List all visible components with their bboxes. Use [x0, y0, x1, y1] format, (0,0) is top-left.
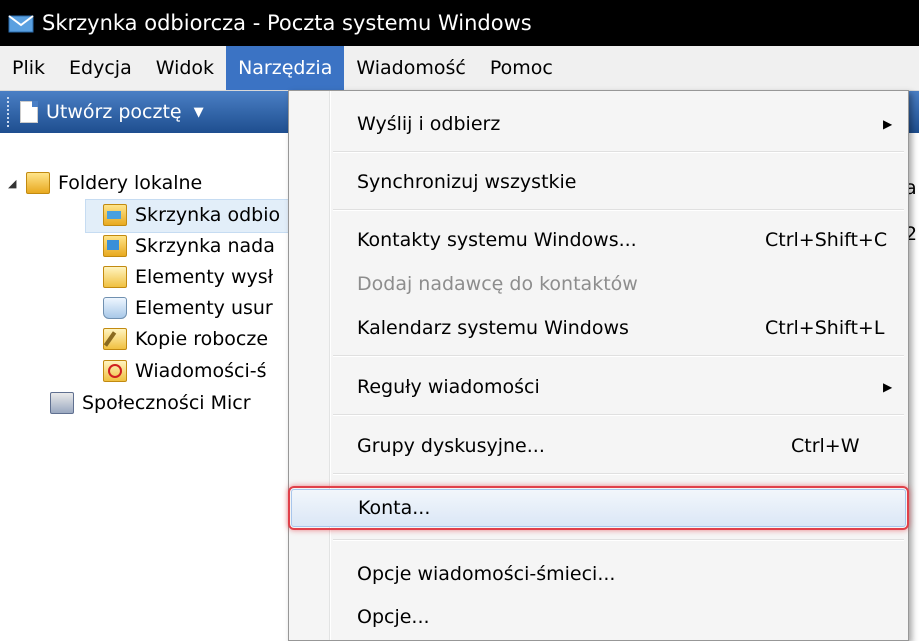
- menu-separator: [333, 414, 904, 416]
- tree-node-local-folders[interactable]: ◢ Foldery lokalne: [8, 168, 202, 198]
- menu-item-label: Dodaj nadawcę do kontaktów: [357, 273, 638, 295]
- folder-label: Skrzynka nada: [135, 235, 275, 257]
- folder-label: Elementy wysł: [135, 266, 274, 288]
- menu-item-newsgroups[interactable]: Grupy dyskusyjne... Ctrl+W: [291, 427, 904, 465]
- menu-item-junk-options[interactable]: Opcje wiadomości-śmieci...: [291, 555, 904, 593]
- communities-icon: [50, 392, 74, 414]
- toolbar-grip[interactable]: [7, 97, 12, 127]
- menu-item-label: Opcje...: [357, 606, 430, 628]
- mail-app-icon[interactable]: [8, 12, 34, 34]
- compose-button[interactable]: Utwórz pocztę ▼: [20, 91, 204, 133]
- menu-item-label: Wyślij i odbierz: [357, 113, 501, 135]
- menu-item-shortcut: Ctrl+Shift+L: [765, 317, 885, 339]
- chevron-down-icon[interactable]: ▼: [194, 105, 204, 120]
- menu-separator: [333, 151, 904, 153]
- local-folders-icon: [26, 172, 50, 194]
- menu-bar: Plik Edycja Widok Narzędzia Wiadomość Po…: [0, 46, 919, 91]
- menu-edit[interactable]: Edycja: [57, 46, 144, 90]
- compose-label: Utwórz pocztę: [46, 101, 182, 123]
- collapse-arrow-icon[interactable]: ◢: [8, 177, 20, 190]
- menu-separator: [333, 539, 904, 541]
- menu-tools[interactable]: Narzędzia: [226, 46, 345, 90]
- menu-item-label: Kontakty systemu Windows...: [357, 229, 637, 251]
- submenu-arrow-icon: ▶: [883, 117, 893, 131]
- window-title: Skrzynka odbiorcza - Poczta systemu Wind…: [42, 11, 532, 35]
- menu-item-label: Kalendarz systemu Windows: [357, 317, 629, 339]
- menu-item-label: Grupy dyskusyjne...: [357, 435, 545, 457]
- tree-node-communities[interactable]: Społeczności Micr: [50, 388, 251, 418]
- menu-help[interactable]: Pomoc: [478, 46, 565, 90]
- submenu-arrow-icon: ▶: [883, 380, 893, 394]
- menu-item-shortcut: Ctrl+Shift+C: [765, 229, 888, 251]
- new-mail-icon: [20, 101, 38, 123]
- menu-separator: [333, 473, 904, 475]
- folder-label: Skrzynka odbio: [135, 204, 281, 226]
- local-folders-label: Foldery lokalne: [58, 172, 203, 194]
- tools-menu: Wyślij i odbierz ▶ Synchronizuj wszystki…: [288, 90, 909, 641]
- communities-label: Społeczności Micr: [82, 392, 251, 414]
- inbox-icon: [103, 204, 127, 226]
- menu-item-label: Reguły wiadomości: [357, 376, 540, 398]
- menu-file[interactable]: Plik: [0, 46, 57, 90]
- menu-item-add-sender-to-contacts: Dodaj nadawcę do kontaktów: [291, 265, 904, 303]
- sent-items-icon: [103, 266, 127, 288]
- menu-item-label: Opcje wiadomości-śmieci...: [357, 563, 616, 585]
- menu-item-label: Synchronizuj wszystkie: [357, 171, 577, 193]
- menu-separator: [333, 209, 904, 211]
- title-bar: Skrzynka odbiorcza - Poczta systemu Wind…: [0, 0, 919, 46]
- deleted-items-icon: [103, 297, 127, 319]
- menu-view[interactable]: Widok: [144, 46, 226, 90]
- menu-item-label: Konta...: [358, 497, 431, 519]
- outbox-icon: [103, 235, 127, 257]
- tree-node-deleted[interactable]: Elementy usur: [103, 293, 273, 323]
- menu-separator: [333, 355, 904, 357]
- tree-node-sent[interactable]: Elementy wysł: [103, 262, 273, 292]
- menu-item-message-rules[interactable]: Reguły wiadomości ▶: [291, 368, 904, 406]
- folder-label: Kopie robocze: [135, 328, 269, 350]
- menu-item-sync-all[interactable]: Synchronizuj wszystkie: [291, 163, 904, 201]
- junk-mail-icon: [103, 360, 127, 382]
- tree-node-outbox[interactable]: Skrzynka nada: [103, 231, 275, 261]
- menu-item-windows-calendar[interactable]: Kalendarz systemu Windows Ctrl+Shift+L: [291, 309, 904, 347]
- menu-item-accounts[interactable]: Konta...: [288, 486, 909, 530]
- menu-item-options[interactable]: Opcje...: [291, 598, 904, 636]
- menu-message[interactable]: Wiadomość: [344, 46, 477, 90]
- menu-item-send-receive[interactable]: Wyślij i odbierz ▶: [291, 105, 904, 143]
- tree-node-junk[interactable]: Wiadomości-ś: [103, 356, 267, 386]
- tree-node-drafts[interactable]: Kopie robocze: [103, 324, 268, 354]
- folder-label: Wiadomości-ś: [135, 360, 267, 382]
- menu-item-windows-contacts[interactable]: Kontakty systemu Windows... Ctrl+Shift+C: [291, 221, 904, 259]
- tree-node-inbox[interactable]: Skrzynka odbio: [103, 200, 280, 230]
- menu-item-shortcut: Ctrl+W: [791, 435, 860, 457]
- drafts-icon: [103, 328, 127, 350]
- folder-label: Elementy usur: [135, 297, 273, 319]
